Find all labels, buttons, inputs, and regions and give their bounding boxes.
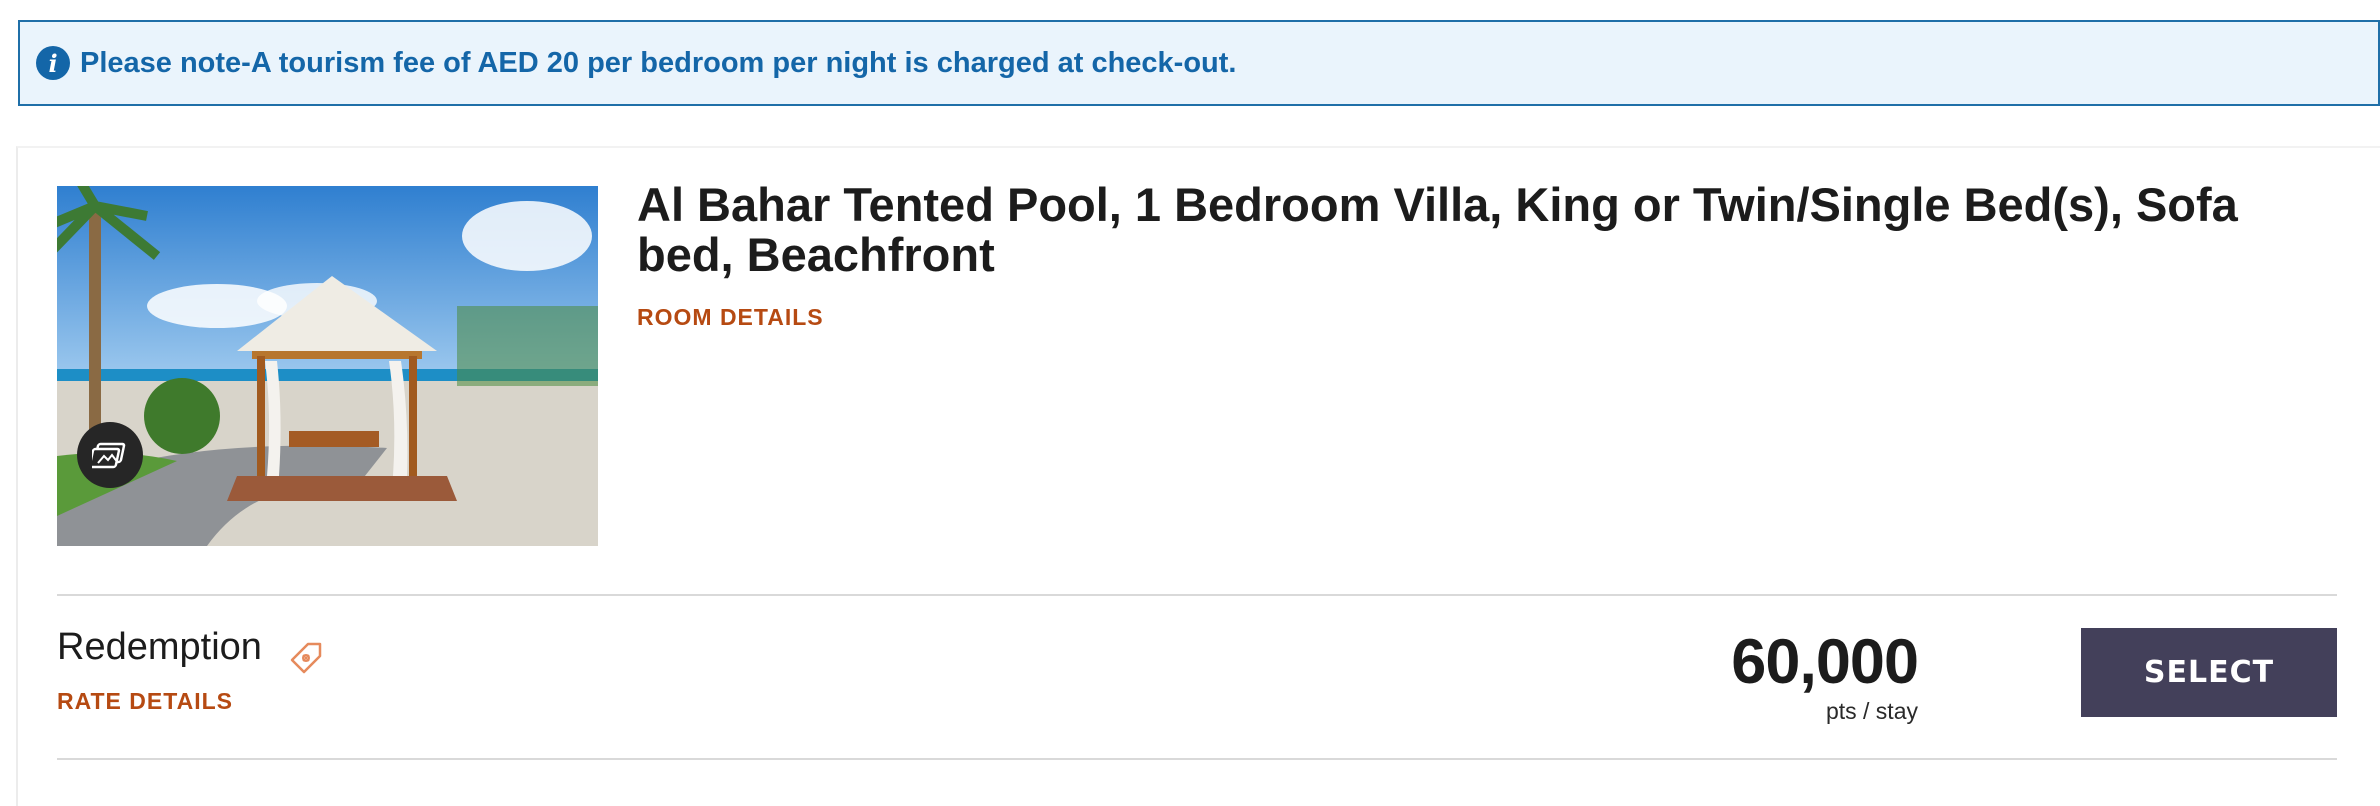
notice-text: Please note-A tourism fee of AED 20 per … — [80, 46, 1237, 79]
room-details-link[interactable]: ROOM DETAILS — [637, 304, 824, 331]
rate-name: Redemption — [57, 626, 262, 668]
price-unit: pts / stay — [1825, 698, 1918, 724]
divider-bottom — [57, 758, 2337, 760]
room-photo-image — [57, 186, 598, 546]
info-icon: i — [36, 46, 70, 80]
photo-gallery-button[interactable] — [77, 422, 143, 488]
rate-details-link[interactable]: RATE DETAILS — [57, 688, 233, 715]
room-title: Al Bahar Tented Pool, 1 Bedroom Villa, K… — [637, 178, 2238, 281]
divider-top — [57, 594, 2337, 596]
room-photo[interactable] — [57, 186, 598, 546]
points-price: 60,000 — [1731, 627, 1919, 697]
tourism-fee-notice: i Please note-A tourism fee of AED 20 pe… — [18, 20, 2380, 106]
select-button[interactable]: SELECT — [2081, 628, 2337, 717]
photo-gallery-icon — [92, 442, 126, 469]
points-tag-icon — [290, 642, 322, 674]
